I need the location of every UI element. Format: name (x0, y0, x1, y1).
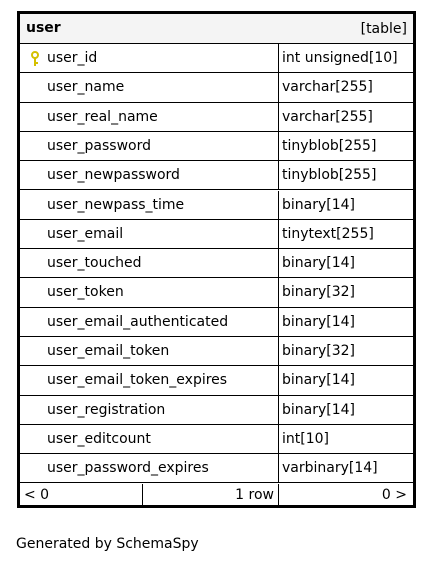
row-count: 1 row (235, 486, 274, 503)
table-name: user (26, 20, 61, 36)
column-type: varbinary[14] (282, 460, 378, 477)
column-divider (278, 395, 279, 424)
generated-by-label: Generated by SchemaSpy (16, 536, 199, 552)
column-row: user_id int unsigned[10] (20, 44, 413, 74)
column-row: user_registration binary[14] (20, 395, 413, 425)
column-divider (278, 102, 279, 131)
column-name: user_password (47, 137, 152, 154)
table-header: user [table] (20, 14, 413, 44)
column-divider (278, 73, 279, 102)
column-row: user_password_expires varbinary[14] (20, 454, 413, 484)
column-type: binary[32] (282, 343, 356, 359)
column-type: varchar[255] (282, 79, 373, 96)
column-type: binary[14] (282, 196, 356, 213)
column-row: user_editcount int[10] (20, 424, 413, 455)
column-type: binary[14] (282, 255, 356, 272)
column-type: binary[14] (282, 313, 356, 330)
column-divider (278, 337, 279, 366)
column-row: user_real_name varchar[255] (20, 102, 413, 132)
column-row: user_email tinytext[255] (20, 219, 413, 250)
table-footer: < 0 1 row 0 > (20, 483, 413, 508)
column-type: int unsigned[10] (282, 50, 398, 66)
column-row: user_password tinyblob[255] (20, 131, 413, 162)
column-row: user_newpass_time binary[14] (20, 190, 413, 220)
column-name: user_editcount (47, 430, 151, 447)
column-type: int[10] (282, 430, 329, 447)
column-type: tinyblob[255] (282, 167, 377, 184)
column-row: user_newpassword tinyblob[255] (20, 161, 413, 191)
column-name: user_real_name (47, 108, 158, 125)
column-name: user_name (47, 79, 125, 96)
key-icon (31, 51, 39, 66)
footer-divider (278, 483, 279, 508)
column-row: user_token binary[32] (20, 278, 413, 308)
column-type: varchar[255] (282, 108, 373, 125)
table-user: user [table] user_id int unsigned[10] user… (17, 11, 416, 508)
column-name: user_newpass_time (47, 196, 185, 213)
column-row: user_email_token_expires binary[14] (20, 366, 413, 396)
column-type: binary[14] (282, 401, 356, 418)
column-divider (278, 44, 279, 73)
column-divider (278, 131, 279, 161)
column-row: user_email_authenticated binary[14] (20, 307, 413, 337)
column-divider (278, 424, 279, 454)
column-name: user_email_authenticated (47, 313, 229, 330)
column-type: binary[32] (282, 284, 356, 301)
column-divider (278, 307, 279, 336)
column-name: user_token (47, 284, 124, 301)
column-divider (278, 161, 279, 190)
column-divider (278, 219, 279, 249)
child-count: 0 > (381, 486, 407, 503)
column-divider (278, 454, 279, 483)
column-name: user_id (47, 50, 98, 66)
column-row: user_name varchar[255] (20, 73, 413, 103)
column-divider (278, 366, 279, 395)
column-divider (278, 190, 279, 219)
table-kind: [table] (360, 21, 407, 37)
column-row: user_touched binary[14] (20, 249, 413, 279)
column-divider (278, 249, 279, 278)
column-name: user_registration (47, 401, 166, 418)
column-name: user_newpassword (47, 167, 180, 184)
column-name: user_email_token_expires (47, 372, 228, 389)
column-name: user_email (47, 225, 124, 242)
footer-divider (142, 483, 143, 508)
column-row: user_email_token binary[32] (20, 337, 413, 367)
column-name: user_touched (47, 255, 142, 272)
column-divider (278, 278, 279, 307)
column-name: user_email_token (47, 343, 170, 359)
column-name: user_password_expires (47, 460, 209, 477)
parent-count: < 0 (24, 486, 50, 503)
column-type: tinyblob[255] (282, 137, 377, 154)
column-type: tinytext[255] (282, 225, 374, 242)
column-type: binary[14] (282, 372, 356, 389)
